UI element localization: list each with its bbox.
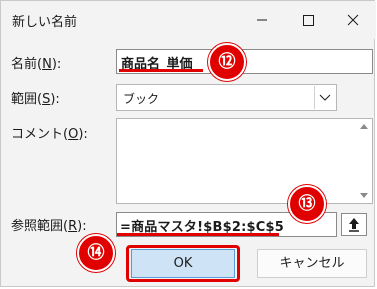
comment-label-text: コメント( — [11, 127, 69, 142]
ref-highlight-underline — [117, 233, 279, 236]
chevron-down-icon — [319, 94, 331, 101]
ref-label: 参照範囲(R): — [11, 215, 87, 234]
collapse-arrow-icon — [349, 218, 359, 232]
scope-label-text: 範囲( — [11, 92, 43, 107]
maximize-button[interactable] — [285, 1, 331, 39]
comment-label-key: O — [68, 127, 79, 142]
dialog-title: 新しい名前 — [12, 15, 78, 30]
name-highlight-underline — [119, 69, 203, 72]
scroll-up-icon[interactable] — [360, 123, 368, 129]
collapse-dialog-button[interactable] — [341, 213, 367, 236]
close-button[interactable] — [330, 1, 376, 39]
scope-dropdown[interactable]: ブック — [116, 84, 337, 111]
badge-14: ⑭ — [77, 234, 115, 272]
ref-label-key: R — [68, 219, 78, 234]
name-label-end: ): — [51, 57, 62, 72]
ref-label-end: ): — [77, 219, 87, 234]
ref-label-text: 参照範囲( — [11, 219, 69, 234]
scope-label-end: ): — [50, 92, 60, 107]
name-label-text: 名前( — [11, 57, 43, 72]
new-name-dialog: 新しい名前 名前(N): 商品名_単価 ⑫ 範囲(S): ブック コメント(O)… — [0, 0, 376, 287]
comment-label: コメント(O): — [11, 123, 88, 142]
comment-textarea[interactable] — [116, 118, 373, 204]
scroll-down-icon[interactable] — [360, 193, 368, 199]
ok-highlight-outline — [126, 245, 240, 282]
name-label: 名前(N): — [11, 53, 61, 72]
cancel-button[interactable]: キャンセル — [257, 249, 367, 278]
minimize-icon — [257, 19, 267, 21]
comment-label-end: ): — [78, 127, 88, 142]
minimize-button[interactable] — [239, 1, 285, 39]
scope-value: ブック — [123, 92, 160, 106]
maximize-icon — [303, 15, 314, 26]
close-icon — [347, 14, 359, 26]
scope-label: 範囲(S): — [11, 88, 60, 107]
name-label-key: N — [42, 57, 52, 72]
title-bar: 新しい名前 — [1, 1, 376, 39]
badge-13: ⑬ — [288, 185, 326, 223]
badge-12: ⑫ — [208, 43, 246, 81]
scope-dropdown-button[interactable] — [314, 86, 335, 109]
